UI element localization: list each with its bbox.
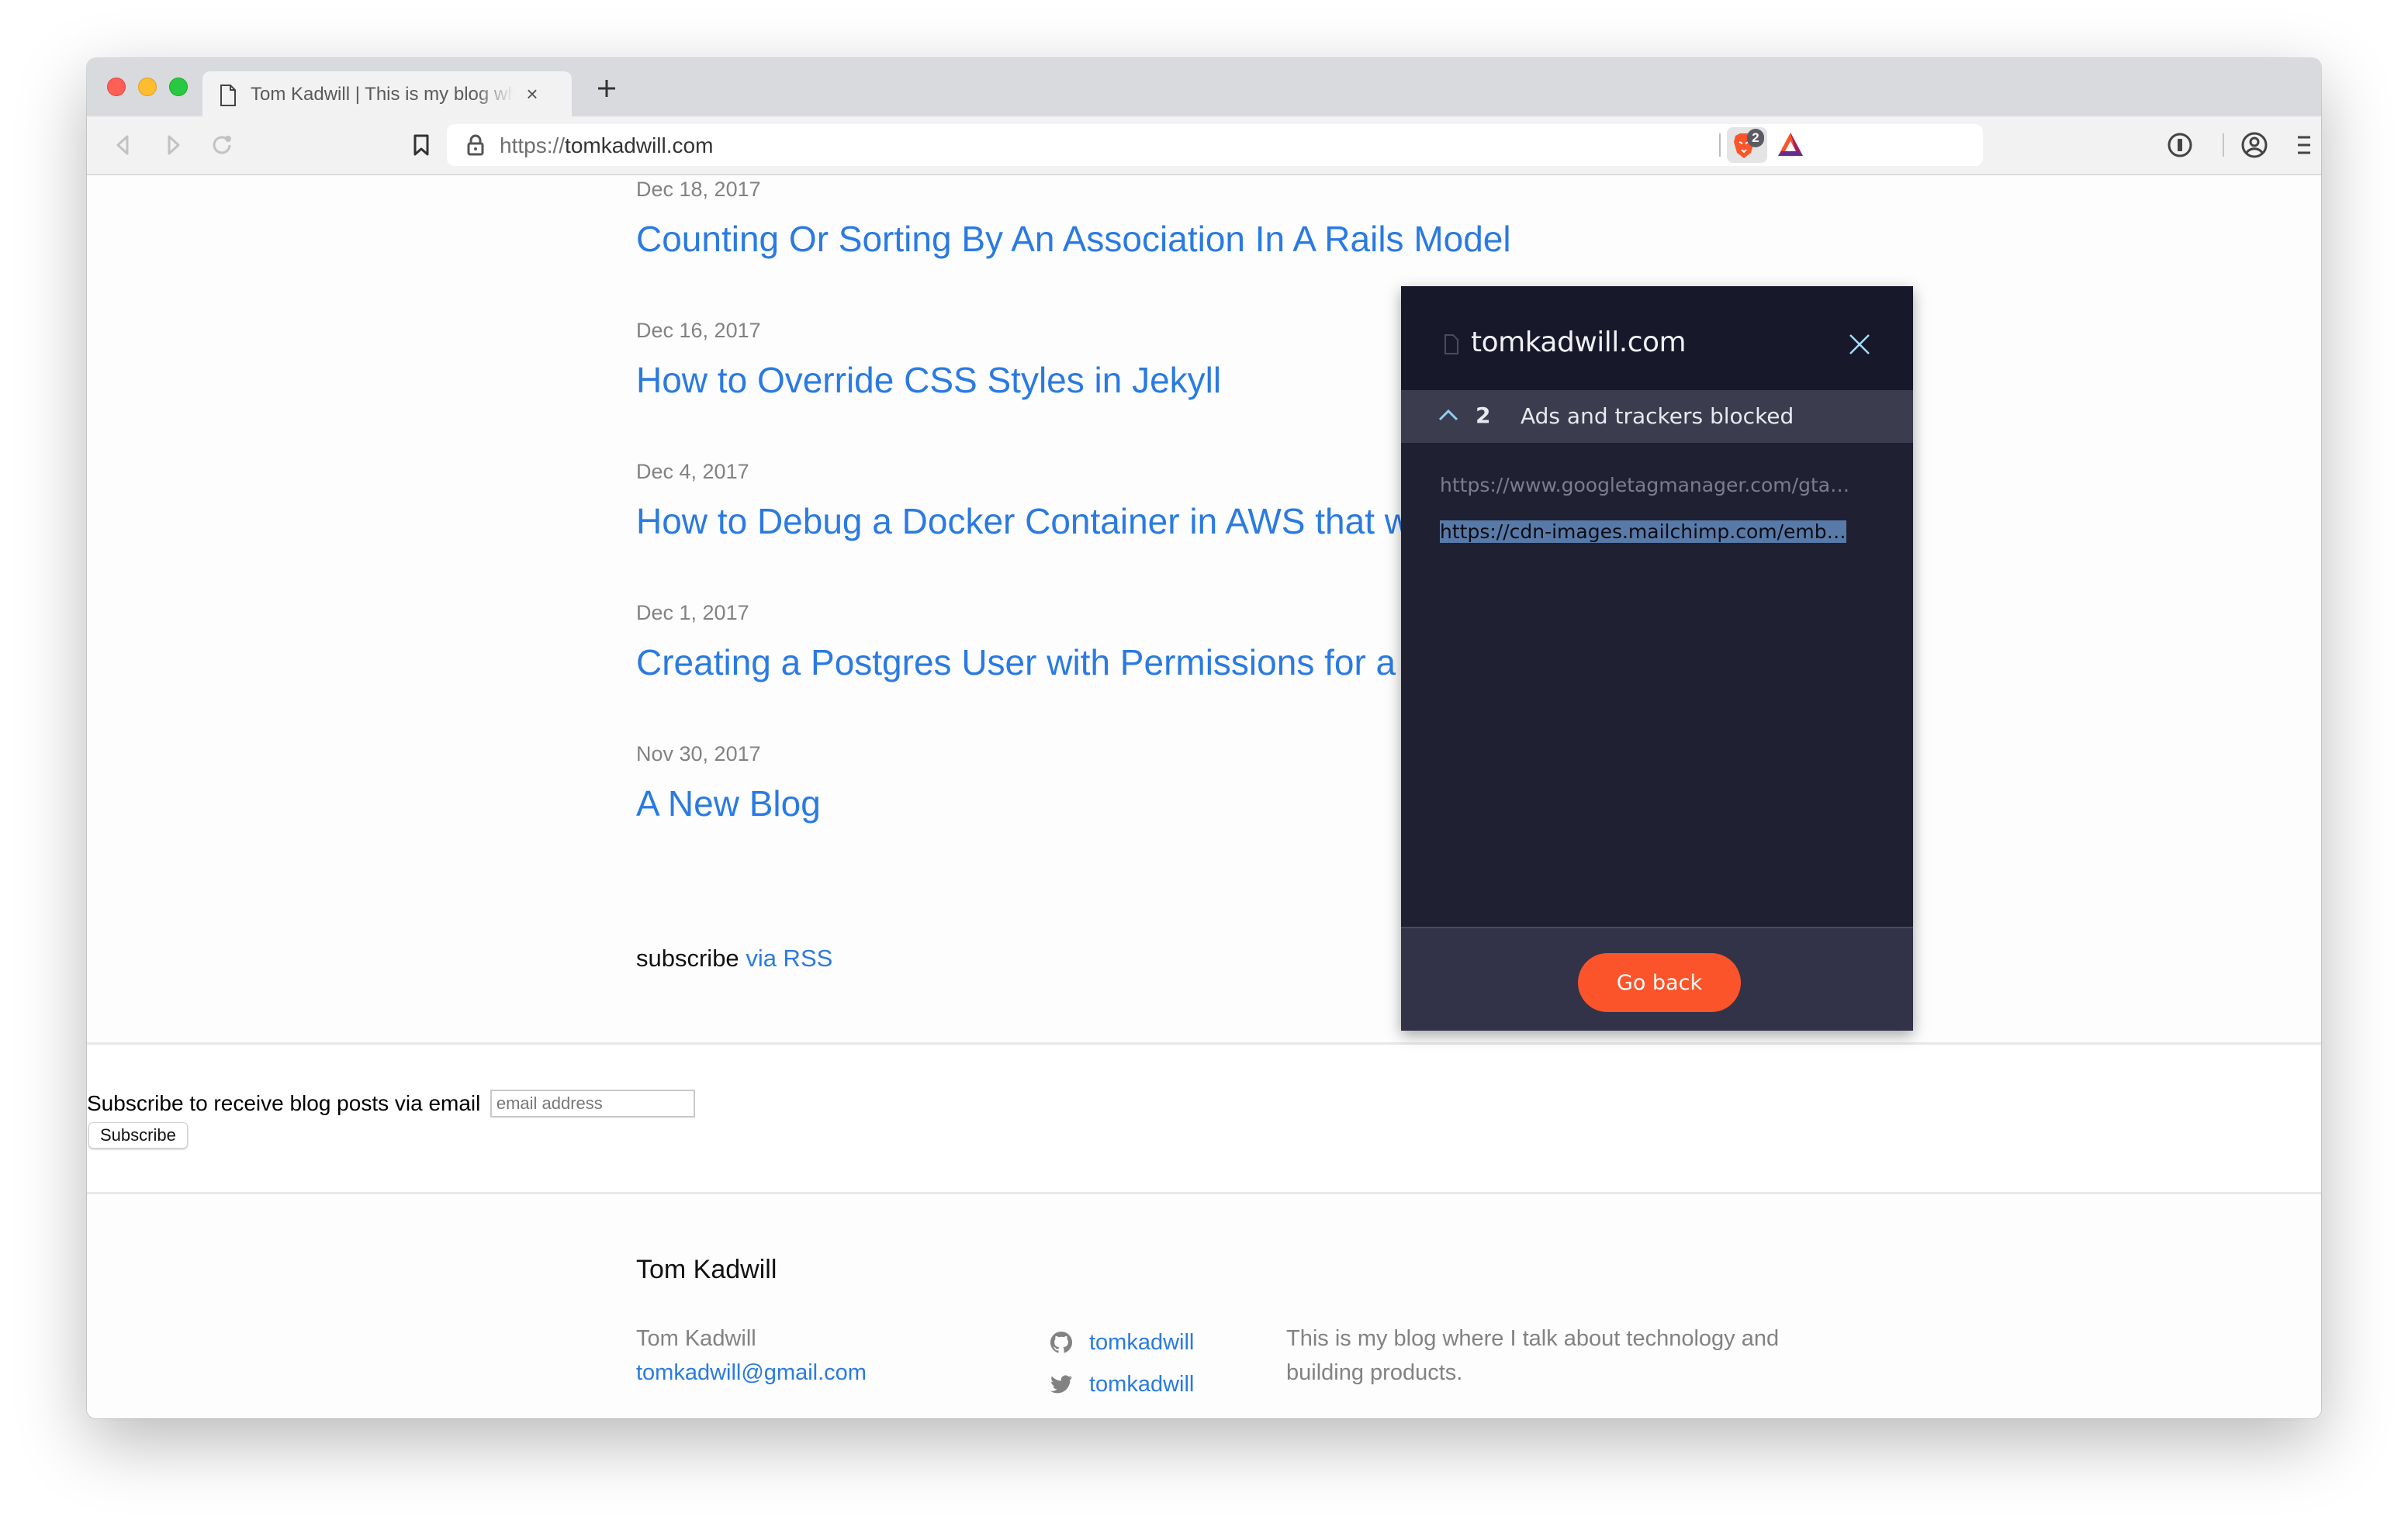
twitter-icon bbox=[1050, 1375, 1072, 1394]
tab-title: Tom Kadwill | This is my blog where I ta… bbox=[251, 84, 514, 105]
forward-icon[interactable] bbox=[160, 132, 186, 158]
back-icon[interactable] bbox=[110, 132, 137, 158]
menu-icon[interactable] bbox=[2290, 131, 2318, 159]
url-text[interactable]: https://tomkadwill.com bbox=[500, 133, 713, 158]
address-bar[interactable]: https://tomkadwill.com 2 bbox=[447, 124, 1983, 166]
new-tab-icon[interactable] bbox=[595, 77, 618, 100]
browser-window: Tom Kadwill | This is my blog where I ta… bbox=[87, 58, 2321, 1418]
post-date: Nov 30, 2017 bbox=[636, 742, 761, 765]
blocked-trackers-toggle[interactable]: 2 Ads and trackers blocked bbox=[1401, 390, 1913, 443]
site-document-icon bbox=[1444, 334, 1458, 354]
close-window-button[interactable] bbox=[107, 78, 126, 96]
email-subscribe-section: Subscribe to receive blog posts via emai… bbox=[87, 1042, 2321, 1194]
post-title-link[interactable]: How to Override CSS Styles in Jekyll bbox=[636, 358, 1221, 402]
address-bar-divider bbox=[1719, 133, 1721, 157]
footer-social: tomkadwill tomkadwill bbox=[1049, 1322, 1194, 1405]
maximize-window-button[interactable] bbox=[169, 78, 188, 96]
brave-shields-button[interactable]: 2 bbox=[1727, 127, 1767, 163]
brave-shields-panel: tomkadwill.com 2 Ads and trackers blocke… bbox=[1401, 286, 1913, 1031]
twitter-link[interactable]: tomkadwill bbox=[1049, 1363, 1194, 1405]
github-username: tomkadwill bbox=[1089, 1330, 1195, 1355]
footer-contact: Tom Kadwill tomkadwill@gmail.com bbox=[636, 1322, 867, 1390]
shields-footer: Go back bbox=[1401, 927, 1913, 1031]
go-back-button[interactable]: Go back bbox=[1578, 953, 1741, 1012]
reload-icon[interactable] bbox=[209, 132, 236, 158]
subscribe-form: Subscribe to receive blog posts via emai… bbox=[87, 1090, 695, 1121]
github-link[interactable]: tomkadwill bbox=[1049, 1322, 1194, 1363]
toolbar-divider bbox=[2223, 133, 2224, 157]
url-host: tomkadwill.com bbox=[565, 133, 714, 157]
post-title-link[interactable]: A New Blog bbox=[636, 782, 821, 825]
password-manager-icon[interactable] bbox=[2166, 131, 2194, 159]
tab-strip: Tom Kadwill | This is my blog where I ta… bbox=[87, 58, 2321, 116]
blocked-resource-item[interactable]: https://www.googletagmanager.com/gta… bbox=[1440, 474, 1874, 496]
footer-description: This is my blog where I talk about techn… bbox=[1286, 1326, 1780, 1385]
github-icon bbox=[1050, 1332, 1073, 1353]
blocked-count: 2 bbox=[1476, 403, 1491, 428]
subscribe-label: Subscribe to receive blog posts via emai… bbox=[87, 1091, 481, 1115]
post-date: Dec 18, 2017 bbox=[636, 178, 761, 201]
tab-close-icon[interactable]: × bbox=[522, 84, 542, 104]
toolbar: https://tomkadwill.com 2 bbox=[87, 116, 2321, 175]
post-item: Dec 18, 2017 Counting Or Sorting By An A… bbox=[636, 175, 1511, 261]
blocked-resources-list: https://www.googletagmanager.com/gta… ht… bbox=[1401, 443, 1913, 927]
profile-icon[interactable] bbox=[2240, 131, 2268, 159]
post-item: Nov 30, 2017 A New Blog bbox=[636, 740, 821, 825]
subscribe-button[interactable]: Subscribe bbox=[88, 1122, 188, 1149]
tab-active[interactable]: Tom Kadwill | This is my blog where I ta… bbox=[202, 71, 572, 116]
chevron-up-icon bbox=[1438, 409, 1458, 421]
post-item: Dec 16, 2017 How to Override CSS Styles … bbox=[636, 316, 1221, 402]
twitter-username: tomkadwill bbox=[1089, 1372, 1195, 1397]
url-scheme: https:// bbox=[500, 133, 566, 157]
bat-rewards-icon[interactable] bbox=[1777, 130, 1804, 158]
shields-count-badge: 2 bbox=[1747, 129, 1764, 147]
shields-site-name: tomkadwill.com bbox=[1471, 326, 1687, 358]
shields-header: tomkadwill.com bbox=[1401, 286, 1913, 390]
lock-icon bbox=[467, 134, 484, 156]
document-icon bbox=[220, 85, 236, 106]
blocked-resource-item[interactable]: https://cdn-images.mailchimp.com/emb… bbox=[1440, 520, 1874, 543]
rss-subscribe: subscribe via RSS bbox=[636, 945, 832, 973]
rss-prefix: subscribe bbox=[636, 945, 739, 972]
rss-link[interactable]: via RSS bbox=[746, 945, 832, 972]
selected-text: https://cdn-images.mailchimp.com/emb… bbox=[1440, 520, 1846, 543]
minimize-window-button[interactable] bbox=[138, 78, 157, 96]
bookmark-icon[interactable] bbox=[408, 132, 434, 158]
email-field[interactable] bbox=[490, 1090, 695, 1118]
footer-heading: Tom Kadwill bbox=[636, 1255, 777, 1284]
footer-email-link[interactable]: tomkadwill@gmail.com bbox=[636, 1356, 867, 1390]
footer-name: Tom Kadwill bbox=[636, 1326, 756, 1351]
post-date: Dec 16, 2017 bbox=[636, 319, 761, 342]
page-content: Dec 18, 2017 Counting Or Sorting By An A… bbox=[87, 175, 2321, 1418]
close-icon[interactable] bbox=[1848, 333, 1871, 356]
post-title-link[interactable]: Counting Or Sorting By An Association In… bbox=[636, 217, 1511, 261]
blocked-label: Ads and trackers blocked bbox=[1521, 403, 1794, 429]
